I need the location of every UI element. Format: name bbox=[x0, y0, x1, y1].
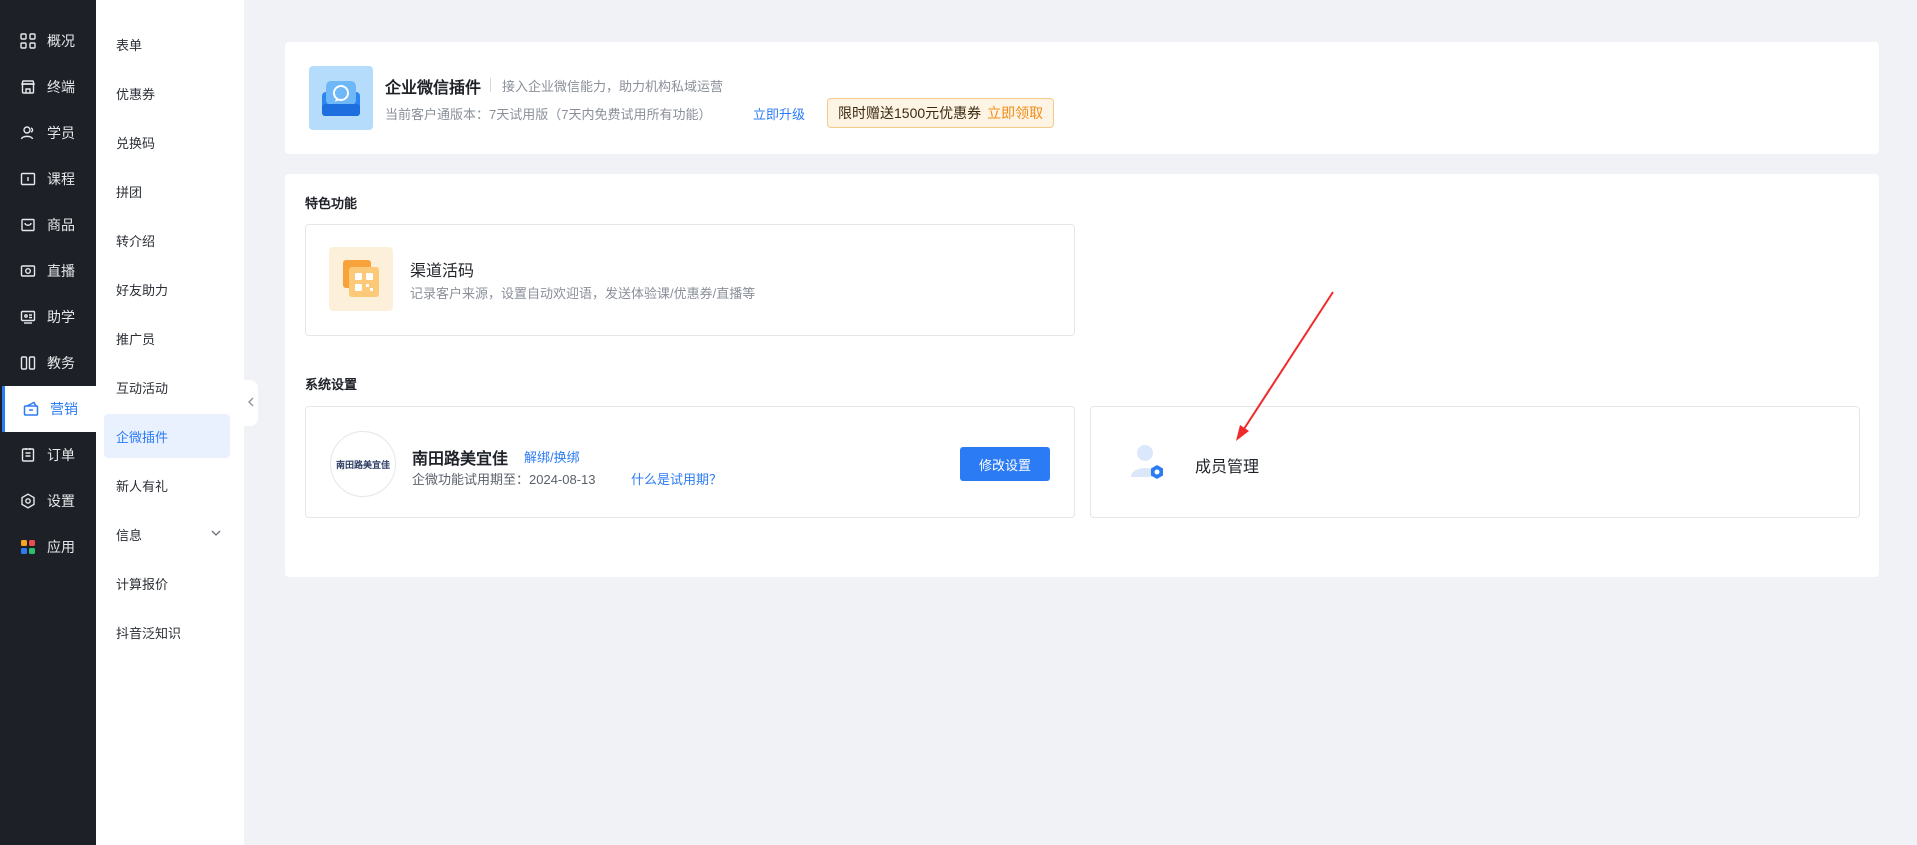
apps-icon bbox=[18, 537, 38, 557]
features-section-title: 特色功能 bbox=[305, 196, 358, 211]
nav-item-goods[interactable]: 商品 bbox=[0, 202, 96, 248]
sub-item-label: 推广员 bbox=[116, 331, 156, 347]
sub-item-label: 拼团 bbox=[116, 184, 143, 200]
channel-code-title: 渠道活码 bbox=[410, 263, 475, 280]
sub-item-douyin[interactable]: 抖音泛知识 bbox=[96, 610, 244, 654]
org-binding-card: 南田路美宜佳 南田路美宜佳 解绑/换绑 企微功能试用期至：2024-08-13 … bbox=[305, 406, 1075, 518]
sub-item-label: 抖音泛知识 bbox=[116, 625, 182, 641]
course-icon bbox=[18, 169, 38, 189]
sub-item-interactive[interactable]: 互动活动 bbox=[96, 365, 244, 409]
sub-item-label: 企微插件 bbox=[116, 429, 169, 445]
trial-period-text: 企微功能试用期至：2024-08-13 bbox=[412, 472, 596, 487]
chevron-left-icon bbox=[247, 394, 255, 412]
sub-item-label: 转介绍 bbox=[116, 233, 156, 249]
gear-icon bbox=[18, 491, 38, 511]
nav-label: 课程 bbox=[47, 171, 75, 187]
upgrade-link[interactable]: 立即升级 bbox=[753, 104, 805, 123]
book-icon bbox=[18, 353, 38, 373]
wecom-plugin-icon bbox=[309, 66, 373, 130]
sub-item-label: 表单 bbox=[116, 37, 143, 53]
grid-icon bbox=[18, 31, 38, 51]
nav-item-marketing[interactable]: 营销 bbox=[2, 386, 96, 432]
sub-item-wecom-plugin[interactable]: 企微插件 bbox=[104, 414, 230, 458]
order-icon bbox=[18, 445, 38, 465]
sub-item-coupon[interactable]: 优惠券 bbox=[96, 71, 244, 115]
nav-label: 概况 bbox=[47, 33, 75, 49]
unbind-rebind-link[interactable]: 解绑/换绑 bbox=[524, 447, 580, 466]
claim-coupon-link[interactable]: 立即领取 bbox=[987, 103, 1043, 123]
plugin-description: 接入企业微信能力，助力机构私域运营 bbox=[502, 79, 724, 94]
sub-item-info[interactable]: 信息 bbox=[96, 512, 244, 556]
nav-label: 设置 bbox=[47, 493, 75, 509]
nav-item-assist[interactable]: 助学 bbox=[0, 294, 96, 340]
nav-label: 教务 bbox=[47, 355, 75, 371]
bag-icon bbox=[18, 215, 38, 235]
member-settings-icon bbox=[1125, 439, 1173, 487]
sub-item-label: 兑换码 bbox=[116, 135, 156, 151]
nav-label: 商品 bbox=[47, 217, 75, 233]
camera-icon bbox=[18, 261, 38, 281]
nav-item-orders[interactable]: 订单 bbox=[0, 432, 96, 478]
sub-item-label: 新人有礼 bbox=[116, 478, 169, 494]
sub-item-referral[interactable]: 转介绍 bbox=[96, 218, 244, 262]
help-icon bbox=[18, 307, 38, 327]
sub-item-label: 优惠券 bbox=[116, 86, 156, 102]
user-icon bbox=[18, 123, 38, 143]
collapse-sidebar-button[interactable] bbox=[244, 380, 258, 426]
nav-label: 营销 bbox=[50, 401, 78, 417]
system-section-title: 系统设置 bbox=[305, 377, 358, 392]
nav-item-students[interactable]: 学员 bbox=[0, 110, 96, 156]
sub-item-group-buy[interactable]: 拼团 bbox=[96, 169, 244, 213]
sub-item-label: 计算报价 bbox=[116, 576, 169, 592]
trial-info-link[interactable]: 什么是试用期？ bbox=[631, 469, 722, 488]
divider bbox=[490, 78, 491, 92]
nav-item-academic[interactable]: 教务 bbox=[0, 340, 96, 386]
plugin-title: 企业微信插件 bbox=[385, 80, 482, 97]
member-management-card[interactable]: 成员管理 bbox=[1090, 406, 1860, 518]
nav-item-course[interactable]: 课程 bbox=[0, 156, 96, 202]
member-management-title: 成员管理 bbox=[1195, 459, 1260, 476]
promo-text: 限时赠送1500元优惠券 bbox=[838, 105, 982, 121]
sub-item-label: 好友助力 bbox=[116, 282, 169, 298]
nav-label: 应用 bbox=[47, 539, 75, 555]
channel-code-card[interactable]: 渠道活码 记录客户来源，设置自动欢迎语，发送体验课/优惠券/直播等 bbox=[305, 224, 1075, 336]
org-logo: 南田路美宜佳 bbox=[330, 431, 396, 497]
marketing-icon bbox=[21, 399, 41, 419]
sub-item-promoter[interactable]: 推广员 bbox=[96, 316, 244, 360]
nav-item-live[interactable]: 直播 bbox=[0, 248, 96, 294]
sub-item-label: 互动活动 bbox=[116, 380, 169, 396]
sub-item-friend-assist[interactable]: 好友助力 bbox=[96, 267, 244, 311]
main-nav: 概况 终端 学员 课程 商品 直播 助学 教务 营销 订单 设置 应用 bbox=[0, 0, 96, 845]
chevron-down-icon bbox=[210, 527, 222, 542]
plugin-version-text: 当前客户通版本：7天试用版（7天内免费试用所有功能） bbox=[385, 107, 712, 122]
nav-label: 学员 bbox=[47, 125, 75, 141]
sub-item-redeem-code[interactable]: 兑换码 bbox=[96, 120, 244, 164]
nav-item-overview[interactable]: 概况 bbox=[0, 18, 96, 64]
nav-label: 订单 bbox=[47, 447, 75, 463]
org-name: 南田路美宜佳 bbox=[412, 451, 509, 468]
modify-settings-button[interactable]: 修改设置 bbox=[960, 447, 1050, 481]
nav-label: 直播 bbox=[47, 263, 75, 279]
sub-nav: 表单 优惠券 兑换码 拼团 转介绍 好友助力 推广员 互动活动 企微插件 新人有… bbox=[96, 0, 244, 845]
sub-item-quote[interactable]: 计算报价 bbox=[96, 561, 244, 605]
qr-code-icon bbox=[329, 247, 393, 311]
plugin-settings-card: 特色功能 渠道活码 记录客户来源，设置自动欢迎语，发送体验课/优惠券/直播等 系… bbox=[285, 174, 1879, 577]
promo-badge: 限时赠送1500元优惠券 立即领取 bbox=[827, 98, 1055, 128]
nav-label: 助学 bbox=[47, 309, 75, 325]
store-icon bbox=[18, 77, 38, 97]
sub-item-label: 信息 bbox=[116, 527, 143, 543]
nav-item-settings[interactable]: 设置 bbox=[0, 478, 96, 524]
nav-item-terminal[interactable]: 终端 bbox=[0, 64, 96, 110]
nav-label: 终端 bbox=[47, 79, 75, 95]
sub-item-form[interactable]: 表单 bbox=[96, 22, 244, 66]
nav-item-apps[interactable]: 应用 bbox=[0, 524, 96, 570]
sub-item-newcomer-gift[interactable]: 新人有礼 bbox=[96, 463, 244, 507]
plugin-header-card: 企业微信插件 接入企业微信能力，助力机构私域运营 当前客户通版本：7天试用版（7… bbox=[285, 42, 1879, 154]
channel-code-description: 记录客户来源，设置自动欢迎语，发送体验课/优惠券/直播等 bbox=[410, 286, 756, 301]
